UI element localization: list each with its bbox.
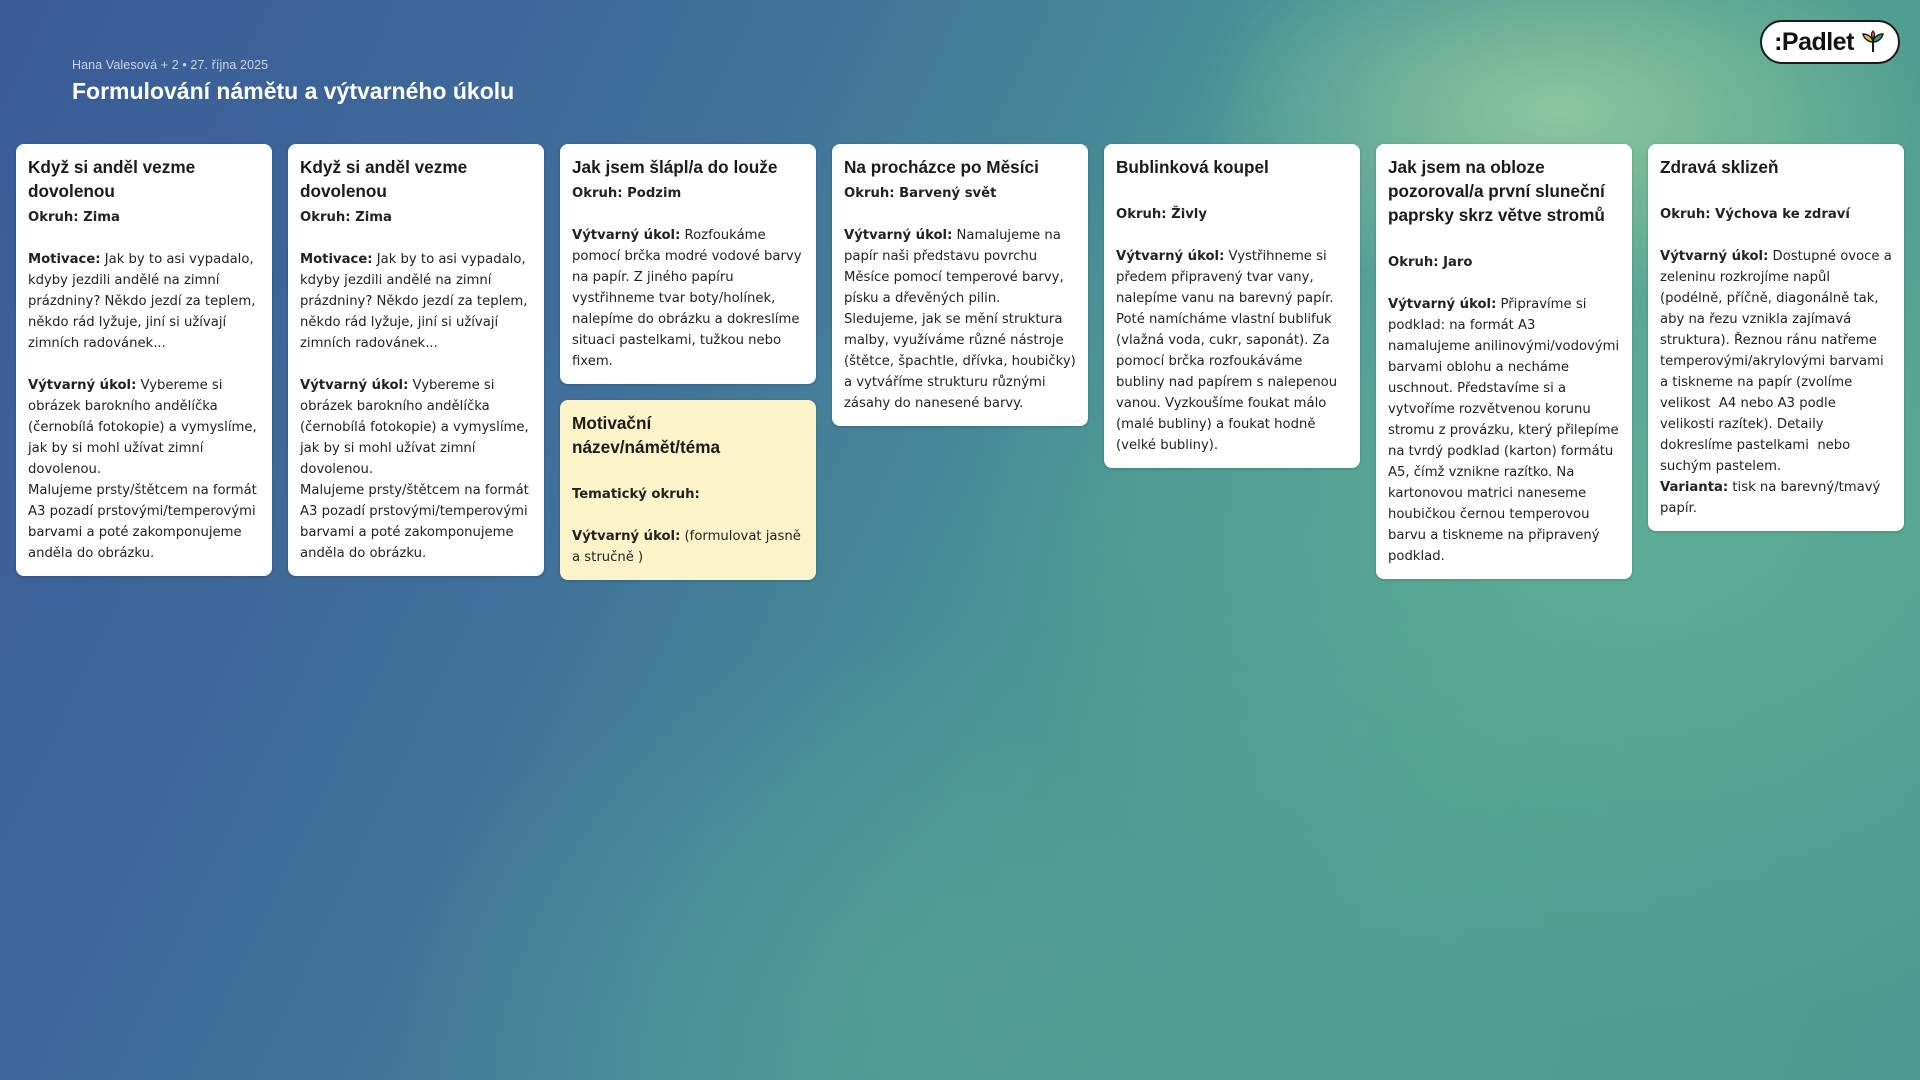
extra-text: Malujeme prsty/štětcem na formát A3 poza… — [300, 483, 534, 561]
ukol-label: Výtvarný úkol: — [844, 228, 953, 243]
okruh-label: Okruh: — [300, 210, 351, 225]
board-title: Formulování námětu a výtvarného úkolu — [72, 78, 515, 104]
column: Když si anděl vezme dovolenou Okruh: Zim… — [288, 144, 544, 580]
ukol-text: Namalujeme na papír naši představu povrc… — [844, 228, 1081, 411]
post-card[interactable]: Jak jsem na obloze pozoroval/a první slu… — [1376, 144, 1632, 579]
okruh-label: Okruh: — [28, 210, 79, 225]
padlet-leaf-icon — [1862, 30, 1884, 53]
post-card[interactable]: Když si anděl vezme dovolenou Okruh: Zim… — [288, 144, 544, 576]
okruh-value: Zima — [78, 210, 120, 225]
post-body: Okruh: Zima Motivace: Jak by to asi vypad… — [28, 207, 260, 564]
post-title: Bublinková koupel — [1116, 157, 1269, 177]
post-card[interactable]: Jak jsem šlápl/a do louže Okruh: Podzim V… — [560, 144, 816, 384]
ukol-label: Výtvarný úkol: — [300, 378, 409, 393]
okruh-label: Tematický okruh: — [572, 487, 700, 502]
ukol-label: Výtvarný úkol: — [1660, 249, 1769, 264]
post-title: Zdravá sklizeň — [1660, 157, 1779, 177]
board-meta: Hana Valesová + 2 • 27. října 2025 — [72, 58, 514, 72]
post-body: Tematický okruh: Výtvarný úkol: (formulov… — [572, 463, 804, 568]
post-body: Okruh: Živly Výtvarný úkol: Vystřihneme s… — [1116, 183, 1348, 456]
column: Na procházce po Měsíci Okruh: Barvený sv… — [832, 144, 1088, 580]
okruh-label: Okruh: Výchova ke zdraví — [1660, 207, 1850, 222]
padlet-logo-text: :Padlet — [1774, 27, 1854, 56]
okruh-label: Okruh: Jaro — [1388, 255, 1473, 270]
ukol-text: Rozfoukáme pomocí brčka modré vodové bar… — [572, 228, 806, 369]
ukol-text: Připravíme si podklad: na formát A3 nama… — [1388, 297, 1624, 564]
okruh-label: Okruh: Barvený svět — [844, 186, 997, 201]
post-body: Okruh: Jaro Výtvarný úkol: Připravíme si … — [1388, 231, 1620, 567]
column: Jak jsem šlápl/a do louže Okruh: Podzim V… — [560, 144, 816, 580]
column: Když si anděl vezme dovolenou Okruh: Zim… — [16, 144, 272, 580]
column: Jak jsem na obloze pozoroval/a první slu… — [1376, 144, 1632, 580]
post-title: Jak jsem šlápl/a do louže — [572, 157, 778, 177]
board-author[interactable]: Hana Valesová + 2 — [72, 58, 179, 72]
post-card[interactable]: Bublinková koupel Okruh: Živly Výtvarný ú… — [1104, 144, 1360, 468]
post-card[interactable]: Zdravá sklizeň Okruh: Výchova ke zdraví V… — [1648, 144, 1904, 531]
post-body: Okruh: Výchova ke zdraví Výtvarný úkol: D… — [1660, 183, 1892, 519]
okruh-label: Okruh: Živly — [1116, 207, 1207, 222]
padlet-logo[interactable]: :Padlet — [1760, 20, 1900, 64]
post-title: Když si anděl vezme dovolenou — [300, 157, 468, 201]
ukol-label: Výtvarný úkol: — [572, 529, 681, 544]
board-columns: Když si anděl vezme dovolenou Okruh: Zim… — [16, 144, 1904, 580]
varianta-label: Varianta: — [1660, 480, 1729, 495]
post-body: Okruh: Zima Motivace: Jak by to asi vypad… — [300, 207, 532, 564]
post-card-template[interactable]: Motivační název/námět/téma Tematický okr… — [560, 400, 816, 580]
ukol-label: Výtvarný úkol: — [1116, 249, 1225, 264]
ukol-text: Dostupné ovoce a zeleninu rozkrojíme nap… — [1660, 249, 1896, 474]
motivace-label: Motivace: — [28, 252, 101, 267]
ukol-label: Výtvarný úkol: — [1388, 297, 1497, 312]
ukol-text: Vystřihneme si předem připravený tvar va… — [1116, 249, 1342, 453]
ukol-label: Výtvarný úkol: — [572, 228, 681, 243]
post-title: Jak jsem na obloze pozoroval/a první slu… — [1388, 157, 1605, 225]
post-card[interactable]: Když si anděl vezme dovolenou Okruh: Zim… — [16, 144, 272, 576]
post-body: Okruh: Barvený svět Výtvarný úkol: Namalu… — [844, 183, 1076, 414]
motivace-label: Motivace: — [300, 252, 373, 267]
meta-separator: • — [178, 58, 191, 72]
post-title: Když si anděl vezme dovolenou — [28, 157, 196, 201]
post-card[interactable]: Na procházce po Měsíci Okruh: Barvený sv… — [832, 144, 1088, 426]
okruh-label: Okruh: Podzim — [572, 186, 682, 201]
column: Bublinková koupel Okruh: Živly Výtvarný ú… — [1104, 144, 1360, 580]
board-date: 27. října 2025 — [190, 58, 269, 72]
column: Zdravá sklizeň Okruh: Výchova ke zdraví V… — [1648, 144, 1904, 580]
post-title: Motivační název/námět/téma — [572, 413, 721, 457]
extra-text: Malujeme prsty/štětcem na formát A3 poza… — [28, 483, 262, 561]
okruh-value: Zima — [350, 210, 392, 225]
board-header: Hana Valesová + 2 • 27. října 2025 Formu… — [72, 58, 514, 105]
ukol-label: Výtvarný úkol: — [28, 378, 137, 393]
post-body: Okruh: Podzim Výtvarný úkol: Rozfoukáme p… — [572, 183, 804, 372]
post-title: Na procházce po Měsíci — [844, 157, 1039, 177]
